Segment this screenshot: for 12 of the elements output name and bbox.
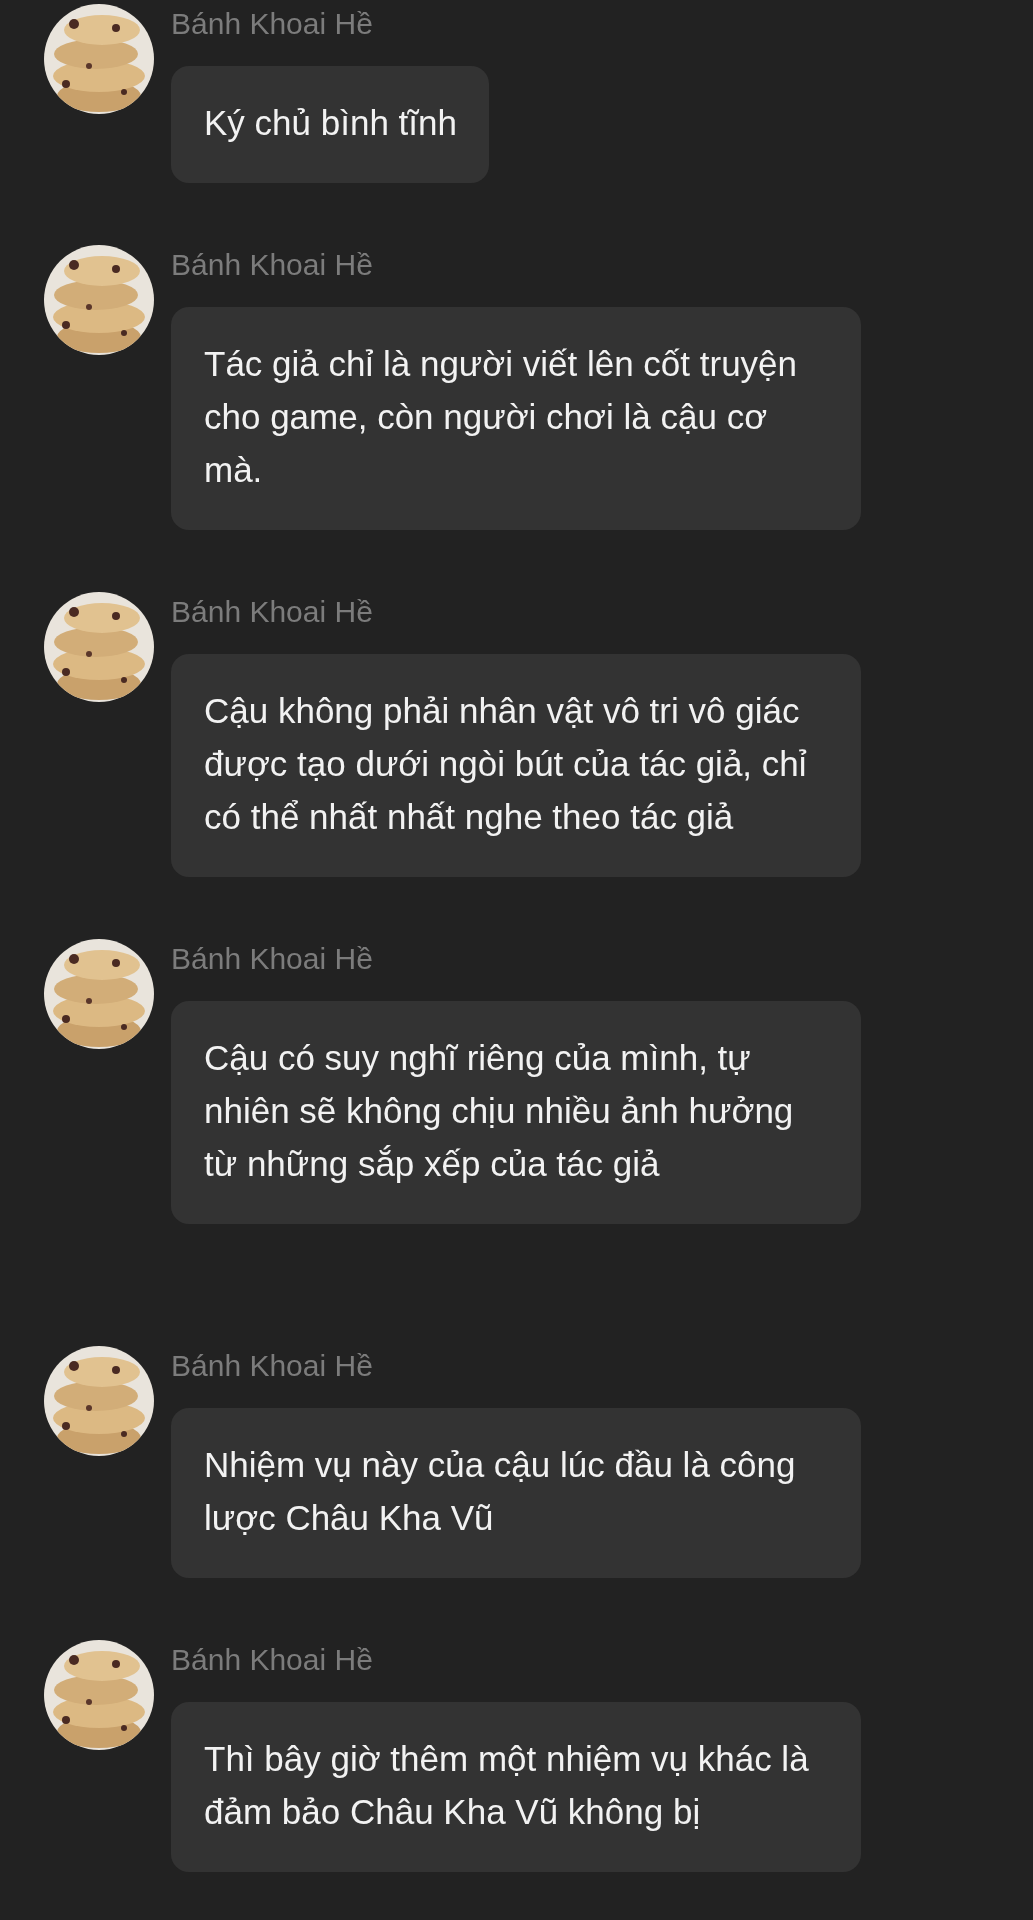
sender-name: Bánh Khoai Hề [171, 6, 373, 42]
sender-name: Bánh Khoai Hề [171, 1642, 373, 1678]
sender-name: Bánh Khoai Hề [171, 247, 373, 283]
message-bubble: Nhiệm vụ này của cậu lúc đầu là công lược Châu Kha Vũ [171, 1408, 861, 1578]
sender-name: Bánh Khoai Hề [171, 594, 373, 630]
message-bubble: Thì bây giờ thêm một nhiệm vụ khác là đảm bảo Châu Kha Vũ không bị [171, 1702, 861, 1872]
message-bubble: Cậu có suy nghĩ riêng của mình, tự nhiên sẽ không chịu nhiều ảnh hưởng từ những sắp xếp của tác giả [171, 1001, 861, 1224]
message-bubble: Ký chủ bình tĩnh [171, 66, 489, 183]
message-bubble: Cậu không phải nhân vật vô tri vô giác được tạo dưới ngòi bút của tác giả, chỉ có thể nhất nhất nghe theo tác giả [171, 654, 861, 877]
sender-name: Bánh Khoai Hề [171, 941, 373, 977]
message-bubble: Tác giả chỉ là người viết lên cốt truyện cho game, còn người chơi là cậu cơ mà. [171, 307, 861, 530]
sender-name: Bánh Khoai Hề [171, 1348, 373, 1384]
